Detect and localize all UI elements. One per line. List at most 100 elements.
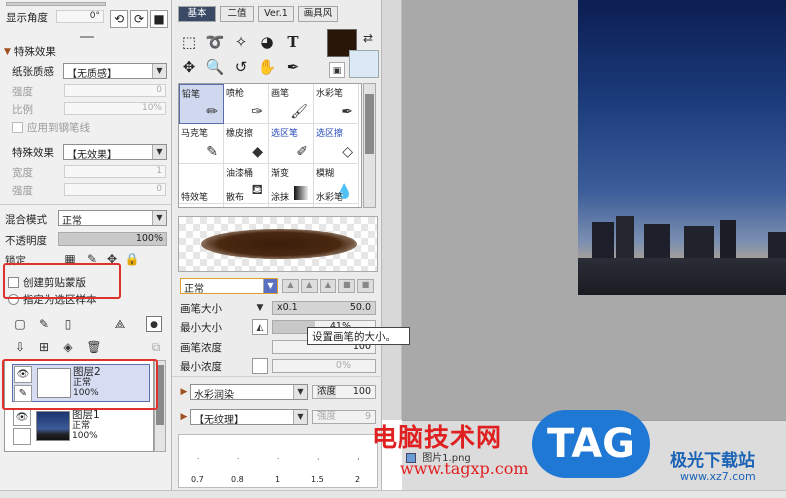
size-preset[interactable]: 0.7	[191, 475, 204, 484]
size-preset[interactable]: 0.8	[231, 475, 244, 484]
panel-splitter[interactable]	[382, 0, 402, 420]
brush-blend-dropdown[interactable]: 正常 ▼	[180, 278, 278, 294]
size-menu-arrow-icon[interactable]: ▼	[252, 300, 268, 316]
watermark-jg-name: 极光下载站	[670, 451, 755, 471]
display-angle-field[interactable]: 0°	[56, 10, 104, 23]
min-density-slider[interactable]: 0%	[272, 359, 376, 373]
new-layer-folder-icon[interactable]: ▯	[60, 316, 76, 332]
strength-field[interactable]: 0	[64, 84, 166, 97]
apply-to-line-checkbox[interactable]: 应用到钢笔线	[12, 120, 90, 135]
merge-down-icon[interactable]: ⇩	[12, 339, 28, 355]
brush-pencil[interactable]: 铅笔 ✏	[179, 84, 224, 124]
zoom-icon[interactable]: 🔍	[204, 56, 226, 78]
layer-mask-icon[interactable]: ●	[146, 316, 162, 332]
eyedropper-icon[interactable]: ✒	[282, 56, 304, 78]
lasso-icon[interactable]: ➰	[204, 31, 226, 53]
brush-smudge[interactable]: 涂抹	[269, 188, 314, 207]
blend-mode-dropdown[interactable]: 正常 ▼	[58, 210, 167, 226]
eye-icon[interactable]: 👁	[13, 409, 31, 426]
effect-dropdown[interactable]: 【无效果】 ▼	[63, 144, 167, 160]
new-layer-icon[interactable]: ▢	[12, 316, 28, 332]
width-label: 宽度	[12, 167, 33, 179]
layer-link-icon[interactable]: ⧉	[148, 339, 164, 355]
opacity-slider[interactable]: 100%	[58, 232, 167, 246]
hand-icon[interactable]: ✋	[256, 56, 278, 78]
brush-brush[interactable]: 画笔 🖌	[269, 84, 314, 124]
lock-all-icon[interactable]: 🔒	[124, 251, 140, 267]
drag-handle[interactable]	[80, 36, 94, 38]
layer-item-1[interactable]: 👁 图层1 正常 100%	[12, 408, 150, 446]
blend-method-dropdown[interactable]: 水彩润染 ▼	[190, 384, 308, 400]
magic-wand-icon[interactable]: ✧	[230, 31, 252, 53]
chevron-down-icon: ▼	[293, 385, 307, 399]
strength2-label: 强度	[12, 185, 33, 197]
chevron-down-icon: ▼	[293, 410, 307, 424]
width-field[interactable]: 1	[64, 165, 166, 178]
rotate-right-icon: ⟳	[133, 12, 145, 26]
strength2-field[interactable]: 0	[64, 183, 166, 196]
highlight-box-clipping	[3, 263, 121, 299]
effects-header[interactable]: ▼ 特殊效果	[4, 44, 56, 59]
brush-eraser[interactable]: 橡皮擦 ◆	[224, 124, 269, 164]
new-vector-layer-icon[interactable]: ✎	[36, 316, 52, 332]
highlight-box-layer	[2, 359, 158, 410]
clear-layer-icon[interactable]: ◈	[60, 339, 76, 355]
tab-basic[interactable]: 基本	[178, 6, 216, 22]
layer-effect-icon[interactable]: ⟁	[112, 316, 128, 332]
move-icon[interactable]: ✥	[178, 56, 200, 78]
blend-density-slider[interactable]: 浓度 100	[312, 385, 376, 399]
watermark-site-url: www.tagxp.com	[400, 459, 529, 478]
brush-shape-selector[interactable]: ▲ ▲ ▲ ■ ■	[282, 279, 374, 293]
secondary-color-swatch[interactable]	[349, 50, 379, 78]
trash-icon[interactable]: 🗑	[86, 339, 102, 355]
tab-binary[interactable]: 二值	[220, 6, 254, 22]
rotate-icon[interactable]: ↺	[230, 56, 252, 78]
brush-marker[interactable]: 马克笔 ✎	[179, 124, 224, 164]
min-density-pressure-icon[interactable]	[252, 358, 268, 374]
brush-airbrush[interactable]: 喷枪 ✑	[224, 84, 269, 124]
rotate-left-button[interactable]: ⟲	[110, 10, 128, 28]
brush-shape-option[interactable]: ▲	[300, 279, 318, 293]
brush-select-eraser[interactable]: 选区擦 ◇	[314, 124, 359, 164]
tab-art-style[interactable]: 画具风	[298, 6, 338, 22]
texture-dropdown[interactable]: 【无纹理】 ▼	[190, 409, 308, 425]
stop-icon: ■	[153, 12, 165, 26]
text-icon[interactable]: T	[282, 31, 304, 53]
select-eraser-icon: ◇	[342, 144, 353, 160]
brush-select-pen[interactable]: 选区笔 ✐	[269, 124, 314, 164]
min-size-pressure-icon[interactable]: ◭	[252, 319, 268, 335]
texture-strength-slider[interactable]: 强度 9	[312, 410, 376, 424]
brush-shape-option[interactable]: ■	[357, 279, 374, 293]
watermark-jg-url: www.xz7.com	[680, 470, 756, 483]
brush-size-tooltip: 设置画笔的大小。	[307, 327, 410, 345]
select-pen-icon: ✐	[296, 144, 308, 160]
marker-icon: ✎	[206, 144, 218, 160]
rect-select-icon[interactable]: ⬚	[178, 31, 200, 53]
canvas-image[interactable]	[578, 0, 786, 295]
size-preset[interactable]: 1.5	[311, 475, 324, 484]
brush-shape-option[interactable]: ▲	[319, 279, 337, 293]
brush-watercolor[interactable]: 水彩笔 ✒	[314, 84, 359, 124]
layer-thumbnail	[36, 411, 70, 441]
brush-shape-option[interactable]: ▲	[282, 279, 299, 293]
brush-fx-pen[interactable]: 特效笔	[179, 188, 224, 207]
tab-ver1[interactable]: Ver.1	[258, 6, 294, 22]
brush-watercolor-2[interactable]: 水彩笔	[314, 188, 359, 207]
paper-texture-dropdown[interactable]: 【无质感】 ▼	[63, 63, 167, 79]
empty-slot[interactable]	[13, 428, 31, 445]
rotate-right-button[interactable]: ⟳	[130, 10, 148, 28]
ratio-field[interactable]: 10%	[64, 102, 166, 115]
shape-icon[interactable]: ◕	[256, 31, 278, 53]
add-layer-icon[interactable]: ⊞	[36, 339, 52, 355]
divider	[172, 376, 382, 377]
size-preset[interactable]: 1	[275, 475, 280, 484]
brush-grid-scrollbar[interactable]	[363, 83, 376, 208]
rotation-slider[interactable]	[6, 2, 106, 6]
transparent-color-icon[interactable]: ▣	[329, 62, 345, 78]
stop-button[interactable]: ■	[150, 10, 168, 28]
brush-shape-option[interactable]: ■	[338, 279, 356, 293]
brush-size-slider[interactable]: x0.1 50.0	[272, 301, 376, 315]
brush-scatter[interactable]: 散布	[224, 188, 269, 207]
size-preset[interactable]: 2	[355, 475, 360, 484]
swap-colors-icon[interactable]: ⇄	[360, 30, 376, 46]
